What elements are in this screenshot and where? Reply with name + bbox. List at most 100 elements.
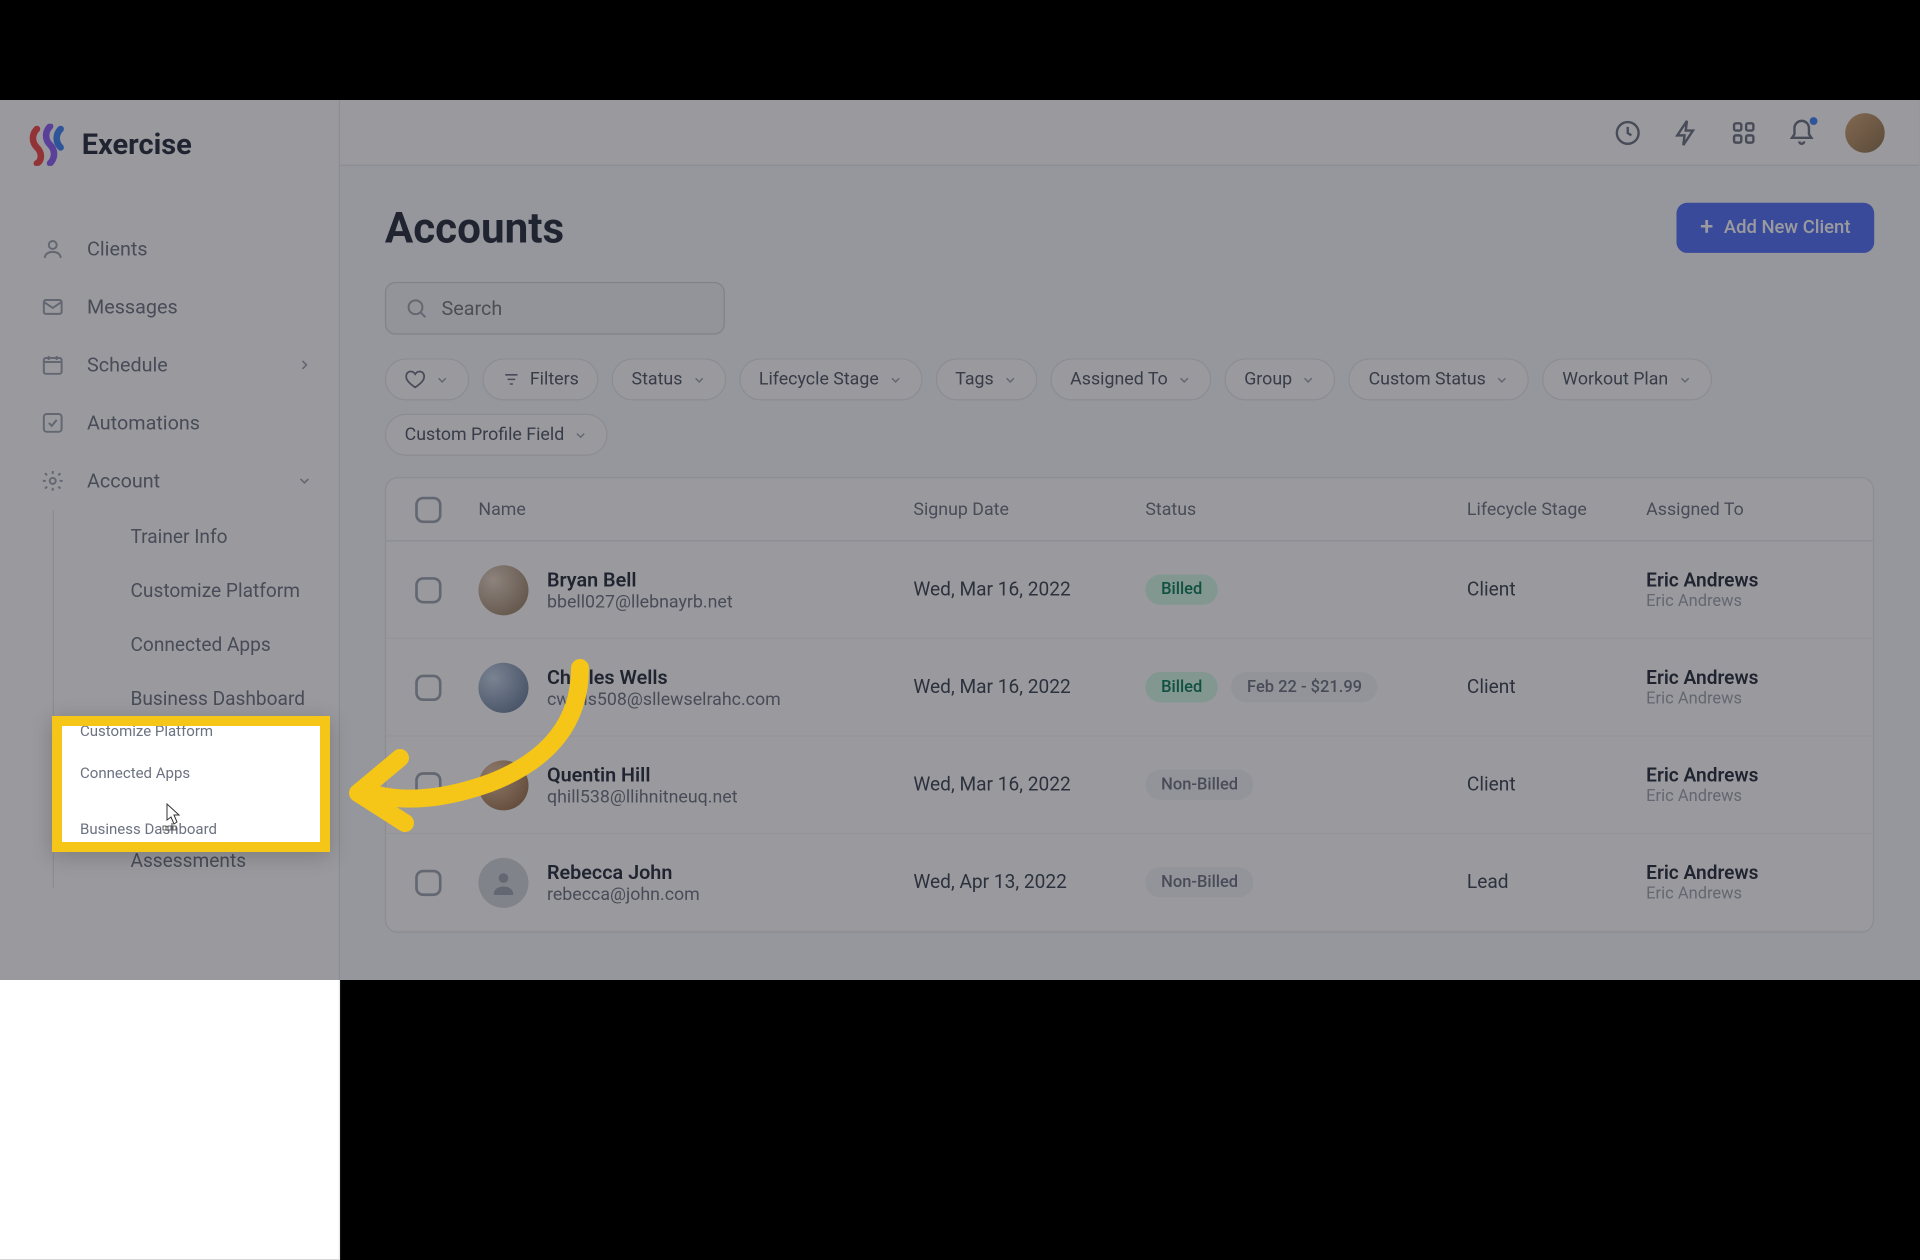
notification-dot [1808,115,1819,126]
nav-label: Account [87,469,160,493]
col-lifecycle[interactable]: Lifecycle Stage [1467,499,1646,520]
row-signup: Wed, Mar 16, 2022 [913,676,1145,698]
chevron-down-icon [1003,372,1017,386]
chevron-down-icon [435,372,449,386]
subnav-customize-platform[interactable]: Customize Platform [112,564,339,618]
pill-label: Assigned To [1070,369,1168,390]
status-badge: Billed [1145,574,1218,604]
sidebar-item-schedule[interactable]: Schedule [0,336,339,394]
search-input[interactable] [442,296,706,320]
col-name[interactable]: Name [478,499,913,520]
pill-label: Status [632,369,683,390]
chevron-down-icon [1495,372,1509,386]
mail-icon [40,294,66,320]
row-checkbox[interactable] [415,772,441,798]
row-assigned-main: Eric Andrews [1646,764,1874,786]
pill-label: Filters [530,369,579,390]
row-lifecycle: Client [1467,773,1646,795]
sidebar-item-clients[interactable]: Clients [0,220,339,278]
nav-label: Schedule [87,353,168,377]
row-avatar [478,662,528,712]
assigned-filter[interactable]: Assigned To [1050,358,1211,400]
chevron-down-icon [1177,372,1191,386]
row-email: bbell027@llebnayrb.net [547,591,733,612]
lifecycle-filter[interactable]: Lifecycle Stage [739,358,922,400]
accounts-table: Name Signup Date Status Lifecycle Stage … [385,477,1874,933]
row-lifecycle: Client [1467,578,1646,600]
row-lifecycle: Lead [1467,871,1646,893]
check-square-icon [40,410,66,436]
custom-status-filter[interactable]: Custom Status [1349,358,1530,400]
subnav-connected-apps[interactable]: Connected Apps [112,618,339,672]
status-badge: Non-Billed [1145,867,1254,897]
highlight-item-connected-apps[interactable]: Connected Apps [62,752,320,794]
add-new-client-button[interactable]: + Add New Client [1676,203,1874,253]
row-name: Rebecca John [547,860,700,884]
pill-label: Custom Profile Field [405,424,565,445]
row-signup: Wed, Mar 16, 2022 [913,578,1145,600]
status-badge: Non-Billed [1145,770,1254,800]
table-row[interactable]: Bryan Bell bbell027@llebnayrb.net Wed, M… [386,542,1873,640]
main-content: Accounts + Add New Client Filters Status… [340,166,1919,1260]
table-row[interactable]: Rebecca John rebecca@john.com Wed, Apr 1… [386,834,1873,932]
nav-label: Messages [87,295,178,319]
row-assigned-main: Eric Andrews [1646,569,1874,591]
chevron-down-icon [692,372,706,386]
custom-profile-filter[interactable]: Custom Profile Field [385,414,608,456]
group-filter[interactable]: Group [1224,358,1335,400]
apps-icon[interactable] [1729,118,1758,147]
row-status: Non-Billed [1145,770,1467,800]
pill-label: Lifecycle Stage [759,369,879,390]
subnav-trainer-info[interactable]: Trainer Info [112,510,339,564]
status-filter[interactable]: Status [612,358,726,400]
table-row[interactable]: Charles Wells cwells508@sllewselrahc.com… [386,639,1873,737]
row-checkbox[interactable] [415,869,441,895]
app-viewport: Exercise Clients Messages Schedule Autom… [0,100,1920,980]
row-signup: Wed, Apr 13, 2022 [913,871,1145,893]
row-checkbox[interactable] [415,576,441,602]
table-header: Name Signup Date Status Lifecycle Stage … [386,478,1873,541]
select-all-checkbox[interactable] [415,496,441,522]
plus-icon: + [1700,216,1713,240]
search-input-wrap[interactable] [385,282,725,335]
table-row[interactable]: Quentin Hill qhill538@llihnitneuq.net We… [386,737,1873,835]
tags-filter[interactable]: Tags [935,358,1037,400]
col-signup[interactable]: Signup Date [913,499,1145,520]
row-assigned-main: Eric Andrews [1646,861,1874,883]
user-avatar[interactable] [1845,113,1885,153]
pill-label: Custom Status [1369,369,1486,390]
filters-button[interactable]: Filters [482,358,598,400]
add-btn-label: Add New Client [1724,217,1851,238]
favorite-filter[interactable] [385,358,469,400]
row-status: Non-Billed [1145,867,1467,897]
sidebar-item-account[interactable]: Account [0,452,339,510]
topbar [340,100,1919,166]
nav-label: Clients [87,237,148,261]
row-assigned-sub: Eric Andrews [1646,786,1874,806]
brand-name: Exercise [82,128,192,161]
row-assigned-main: Eric Andrews [1646,666,1874,688]
row-assigned-sub: Eric Andrews [1646,591,1874,611]
bell-icon[interactable] [1787,118,1816,147]
nav-label: Automations [87,411,200,435]
lightning-icon[interactable] [1671,118,1700,147]
filter-row: Filters Status Lifecycle Stage Tags Assi… [385,358,1874,456]
user-icon [40,236,66,262]
row-avatar [478,857,528,907]
col-status[interactable]: Status [1145,499,1467,520]
logo[interactable]: Exercise [0,100,339,191]
chevron-down-icon [1678,372,1692,386]
row-status: Billed Feb 22 - $21.99 [1145,672,1467,702]
status-badge: Feb 22 - $21.99 [1231,672,1378,702]
workout-filter[interactable]: Workout Plan [1543,358,1712,400]
sidebar-item-messages[interactable]: Messages [0,278,339,336]
col-assigned[interactable]: Assigned To [1646,499,1874,520]
row-signup: Wed, Mar 16, 2022 [913,773,1145,795]
clock-icon[interactable] [1613,118,1642,147]
sidebar-item-automations[interactable]: Automations [0,394,339,452]
row-status: Billed [1145,574,1467,604]
gear-icon [40,468,66,494]
row-checkbox[interactable] [415,674,441,700]
search-icon [405,296,429,320]
page-title: Accounts [385,203,564,253]
